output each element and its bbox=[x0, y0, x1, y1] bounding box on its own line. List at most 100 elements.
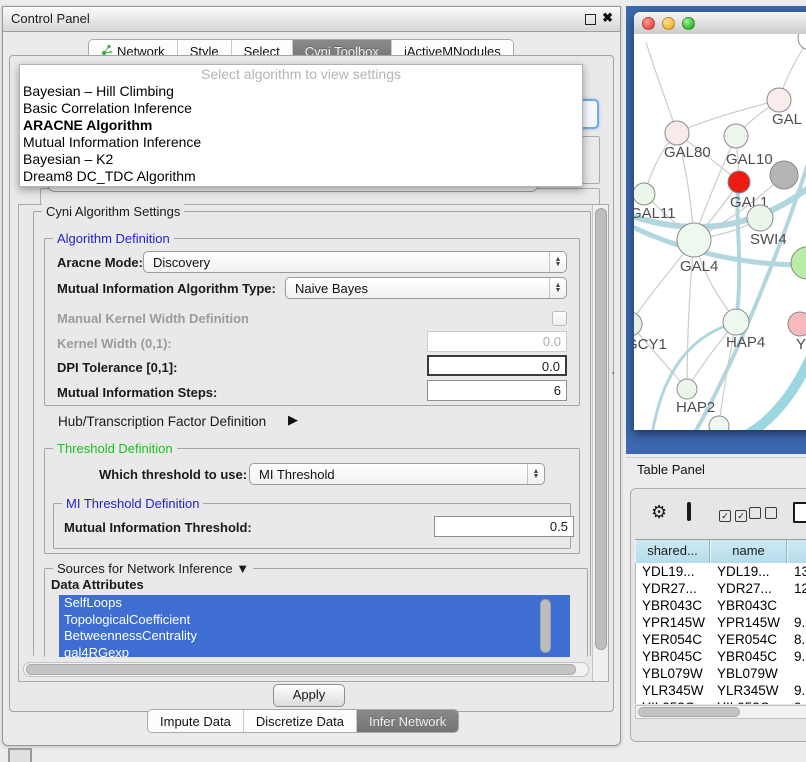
dpi-tolerance-field[interactable]: 0.0 bbox=[427, 355, 567, 376]
table-cell[interactable]: 9 bbox=[788, 699, 806, 704]
close-icon[interactable]: ✖ bbox=[602, 10, 613, 26]
table-cell[interactable]: 9. bbox=[788, 648, 806, 665]
settings-vertical-scrollbar[interactable] bbox=[592, 205, 608, 681]
table-cell[interactable]: YDR27... bbox=[711, 580, 788, 597]
attribute-item[interactable]: TopologicalCoefficient bbox=[59, 612, 570, 629]
which-threshold-combo[interactable]: MI Threshold ▲▼ bbox=[249, 463, 545, 485]
network-node[interactable] bbox=[791, 247, 806, 279]
hub-section-label[interactable]: Hub/Transcription Factor Definition bbox=[58, 414, 266, 429]
algorithm-option[interactable]: Basic Correlation Inference bbox=[20, 100, 582, 117]
attribute-item[interactable]: BetweennessCentrality bbox=[59, 628, 570, 645]
table-cell[interactable]: YIL052C bbox=[711, 699, 788, 704]
settings-vertical-scrollbar-thumb[interactable] bbox=[595, 208, 607, 650]
aracne-mode-combo[interactable]: Discovery ▲▼ bbox=[143, 251, 567, 273]
algorithm-option[interactable]: Mutual Information Inference bbox=[20, 134, 582, 151]
mac-minimize-icon[interactable] bbox=[662, 17, 675, 30]
mi-steps-field[interactable]: 6 bbox=[427, 380, 567, 401]
table-cell[interactable]: YLR345W bbox=[636, 682, 711, 699]
tab-discretize-data[interactable]: Discretize Data bbox=[244, 710, 357, 732]
network-node[interactable] bbox=[770, 161, 798, 189]
table-cell[interactable]: YDL19... bbox=[711, 563, 788, 580]
table-row[interactable]: YDL19...YDL19...13 bbox=[636, 563, 806, 580]
table-row[interactable]: YBR043CYBR043C bbox=[636, 597, 806, 614]
float-icon[interactable] bbox=[585, 14, 596, 25]
table-cell[interactable]: 8. bbox=[788, 631, 806, 648]
unchecked-boxes-icon[interactable] bbox=[749, 507, 781, 522]
network-node-gal1[interactable] bbox=[728, 171, 750, 193]
table-horizontal-scrollbar-thumb[interactable] bbox=[638, 707, 740, 717]
table-row[interactable]: YER054CYER054C8. bbox=[636, 631, 806, 648]
network-node-y[interactable] bbox=[788, 312, 806, 336]
network-graph[interactable]: GALGAL80GAL10GAL1GAL11GAL4SWI4GCY1HAP4YH… bbox=[634, 34, 806, 430]
network-node-gal[interactable] bbox=[767, 88, 791, 112]
algorithm-option[interactable]: Dream8 DC_TDC Algorithm bbox=[20, 168, 582, 185]
minimized-panel-icon[interactable] bbox=[8, 748, 32, 762]
network-canvas[interactable]: GALGAL80GAL10GAL1GAL11GAL4SWI4GCY1HAP4YH… bbox=[634, 34, 806, 430]
manual-kernel-checkbox[interactable] bbox=[552, 311, 567, 326]
tab-impute-data[interactable]: Impute Data bbox=[148, 710, 244, 732]
algorithm-option[interactable]: Bayesian – K2 bbox=[20, 151, 582, 168]
algorithm-option[interactable]: Bayesian – Hill Climbing bbox=[20, 83, 582, 100]
mac-zoom-icon[interactable] bbox=[682, 17, 695, 30]
data-attributes-list[interactable]: SelfLoopsTopologicalCoefficientBetweenne… bbox=[59, 595, 570, 657]
gear-icon[interactable]: ⚙ bbox=[651, 503, 667, 521]
column-header-1[interactable]: shared... bbox=[635, 540, 710, 563]
table-cell[interactable]: YBL079W bbox=[636, 665, 711, 682]
document-icon[interactable] bbox=[793, 502, 806, 523]
apply-button[interactable]: Apply bbox=[273, 684, 345, 707]
table-cell[interactable]: YIL052C bbox=[636, 699, 711, 704]
network-node-swi4[interactable] bbox=[747, 205, 773, 231]
tab-infer-network[interactable]: Infer Network bbox=[357, 710, 458, 732]
mi-threshold-field[interactable]: 0.5 bbox=[434, 516, 574, 537]
table-cell[interactable]: 9. bbox=[788, 682, 806, 699]
network-node[interactable] bbox=[709, 416, 729, 430]
table-cell[interactable]: YER054C bbox=[636, 631, 711, 648]
table-cell[interactable]: YPR145W bbox=[711, 614, 788, 631]
network-node[interactable] bbox=[798, 34, 806, 50]
table-cell[interactable]: YBR043C bbox=[711, 597, 788, 614]
columns-icon[interactable] bbox=[687, 502, 691, 521]
table-cell[interactable]: 13 bbox=[788, 563, 806, 580]
network-node-hap2[interactable] bbox=[677, 379, 697, 399]
table-cell[interactable] bbox=[788, 665, 806, 682]
table-horizontal-scrollbar[interactable] bbox=[635, 705, 806, 719]
table-cell[interactable]: YBL079W bbox=[711, 665, 788, 682]
column-header-3[interactable]: A bbox=[787, 540, 806, 563]
table-cell[interactable]: YLR345W bbox=[711, 682, 788, 699]
table-cell[interactable]: 12 bbox=[788, 580, 806, 597]
settings-horizontal-scrollbar-thumb[interactable] bbox=[26, 664, 576, 675]
kernel-width-field[interactable]: 0.0 bbox=[427, 331, 567, 352]
network-window[interactable]: GALGAL80GAL10GAL1GAL11GAL4SWI4GCY1HAP4YH… bbox=[634, 12, 806, 430]
table-cell[interactable]: YER054C bbox=[711, 631, 788, 648]
checked-boxes-icon[interactable]: ✓✓ bbox=[719, 507, 751, 522]
table-row[interactable]: YBL079WYBL079W bbox=[636, 665, 806, 682]
mac-close-icon[interactable] bbox=[642, 17, 655, 30]
table-cell[interactable] bbox=[788, 597, 806, 614]
table-row[interactable]: YBR045CYBR045C9. bbox=[636, 648, 806, 665]
table-cell[interactable]: YBR045C bbox=[636, 648, 711, 665]
attribute-item[interactable]: gal4RGexp bbox=[59, 645, 570, 658]
table-cell[interactable]: YBR045C bbox=[711, 648, 788, 665]
mi-type-combo[interactable]: Naive Bayes ▲▼ bbox=[285, 277, 567, 299]
network-node-gal4[interactable] bbox=[677, 223, 711, 257]
network-window-titlebar[interactable] bbox=[634, 12, 806, 35]
table-cell[interactable]: YDL19... bbox=[636, 563, 711, 580]
network-node-gal10[interactable] bbox=[724, 124, 748, 148]
table-cell[interactable]: 9. bbox=[788, 614, 806, 631]
network-node-hap4[interactable] bbox=[723, 309, 749, 335]
table-row[interactable]: YDR27...YDR27...12 bbox=[636, 580, 806, 597]
algorithm-option[interactable]: ARACNE Algorithm bbox=[20, 117, 582, 134]
table-row[interactable]: YIL052CYIL052C9 bbox=[636, 699, 806, 704]
splitter-handle[interactable]: ‣ bbox=[611, 369, 616, 377]
column-header-2[interactable]: name bbox=[710, 540, 787, 563]
attribute-item[interactable]: SelfLoops bbox=[59, 595, 570, 612]
expand-arrow-icon[interactable]: ▼ bbox=[236, 561, 249, 576]
table-cell[interactable]: YPR145W bbox=[636, 614, 711, 631]
table-cell[interactable]: YBR043C bbox=[636, 597, 711, 614]
table-row[interactable]: YPR145WYPR145W9. bbox=[636, 614, 806, 631]
attribute-list-scrollbar-thumb[interactable] bbox=[540, 599, 551, 653]
table-row[interactable]: YLR345WYLR345W9. bbox=[636, 682, 806, 699]
network-node-gal11[interactable] bbox=[634, 183, 655, 205]
settings-horizontal-scrollbar[interactable] bbox=[23, 662, 589, 677]
table-cell[interactable]: YDR27... bbox=[636, 580, 711, 597]
